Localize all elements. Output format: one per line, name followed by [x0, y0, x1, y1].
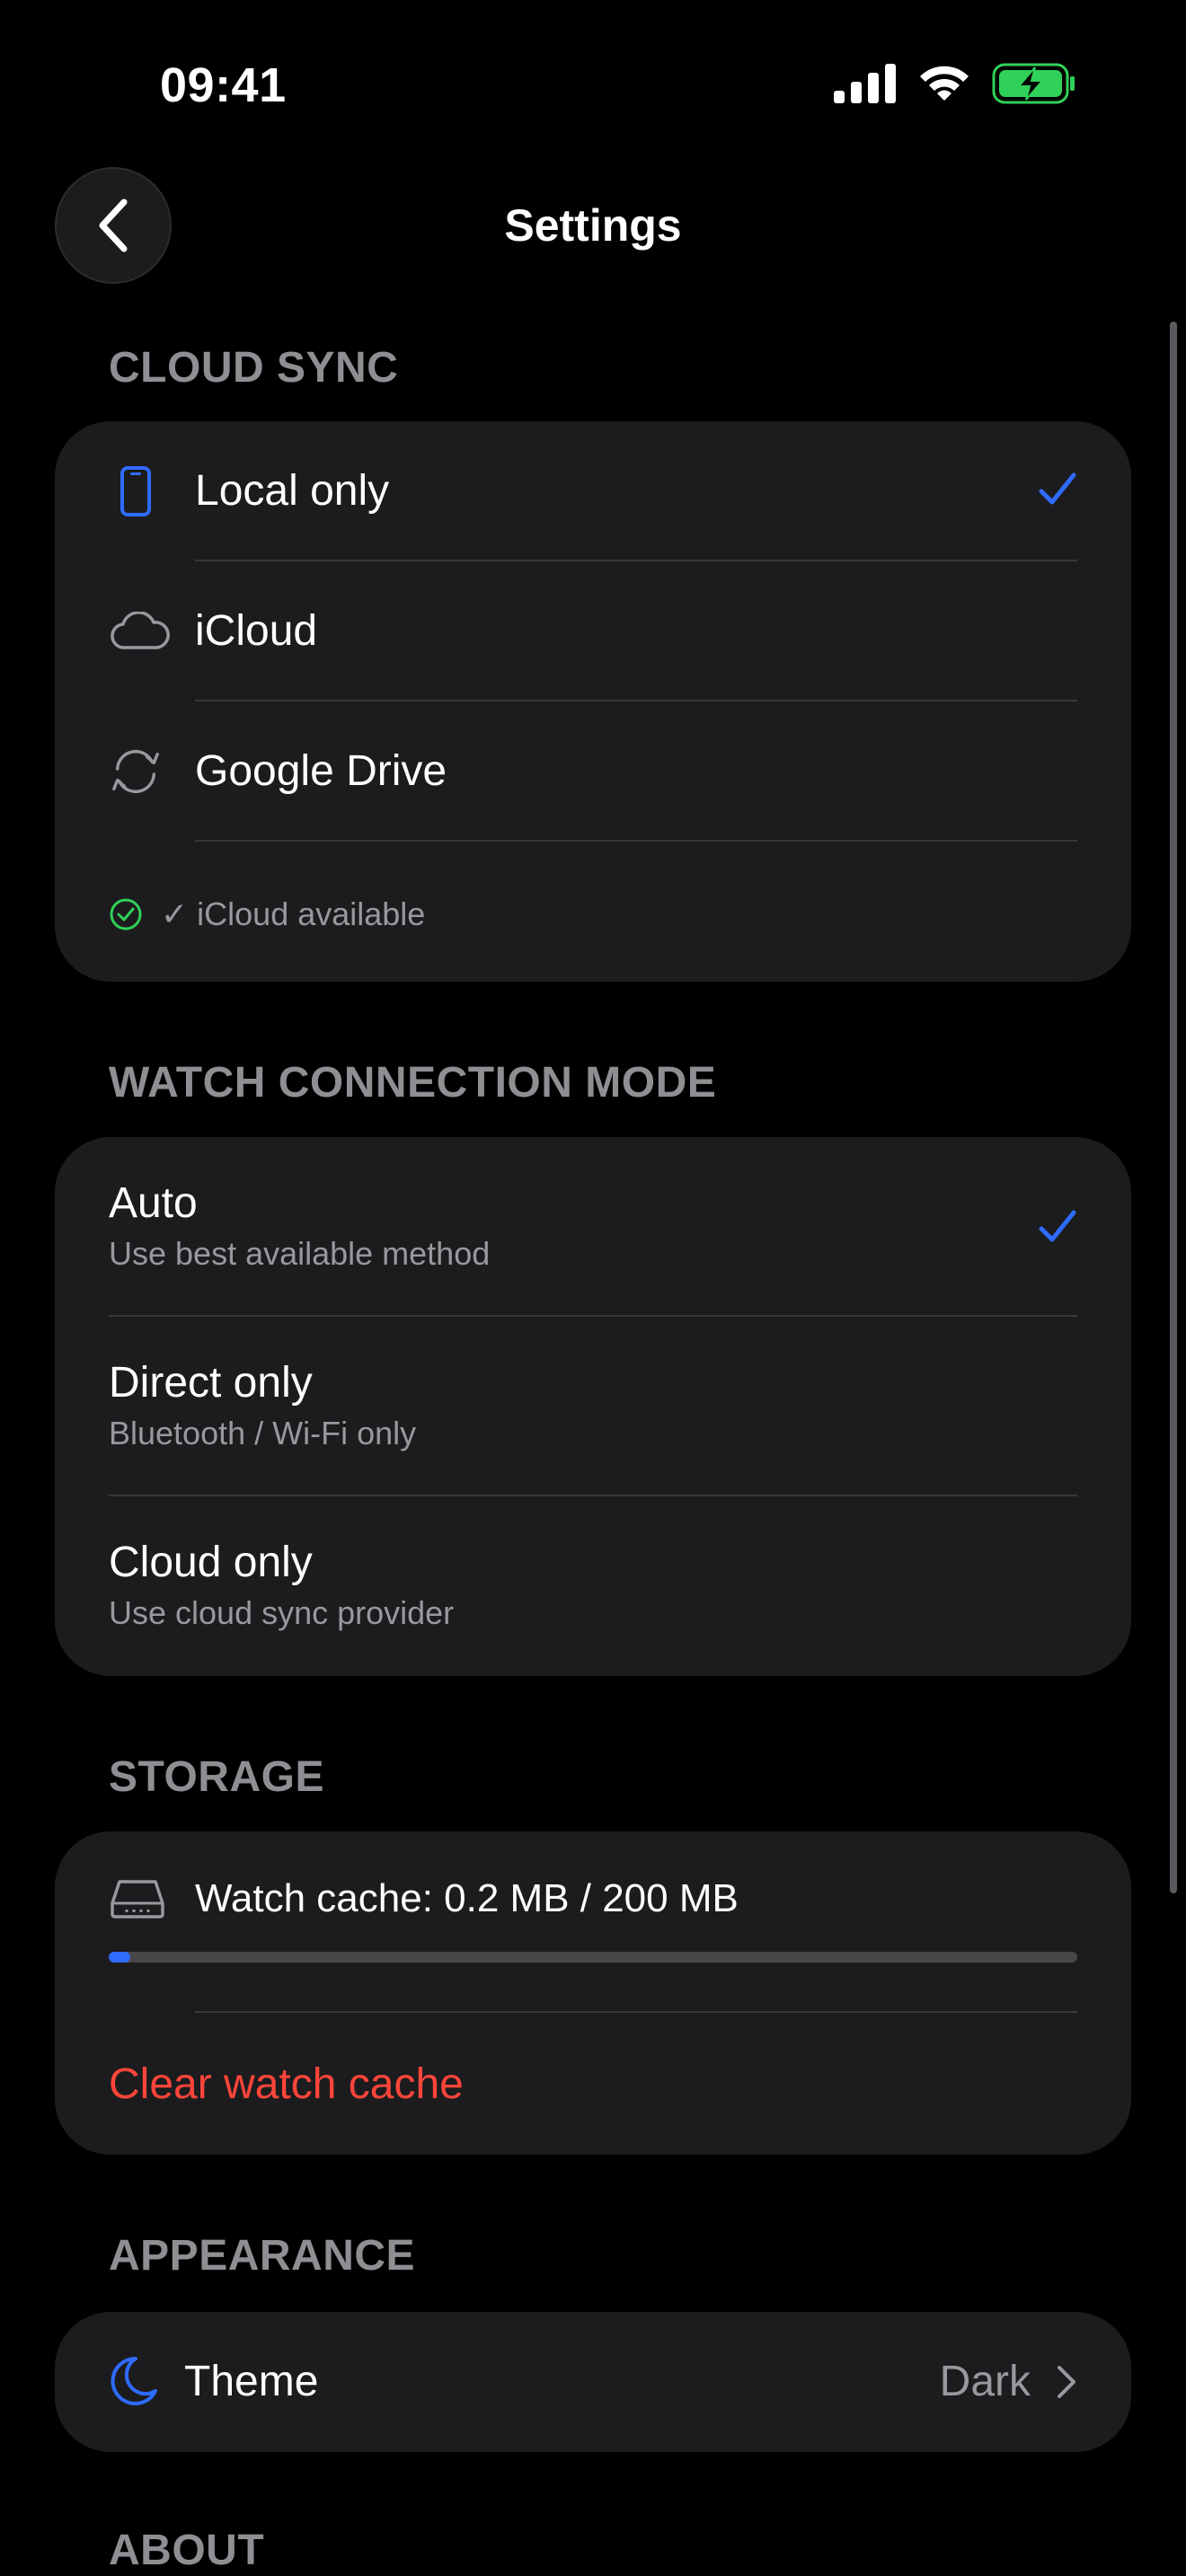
settings-screen: 09:41 Settings CLOUD SYNC Local only iCl… [0, 0, 1186, 2576]
cloud-option-label: iCloud [195, 607, 318, 655]
cloud-option-local[interactable]: Local only [55, 421, 1131, 561]
watch-mode-cloud[interactable]: Cloud only Use cloud sync provider [55, 1496, 1131, 1676]
watch-mode-subtitle: Use best available method [109, 1235, 491, 1272]
section-header-storage: STORAGE [109, 1753, 324, 1801]
status-icons [834, 63, 1076, 104]
cloud-icon [111, 612, 170, 649]
cloud-option-google-drive[interactable]: Google Drive [55, 701, 1131, 842]
watch-mode-subtitle: Bluetooth / Wi-Fi only [109, 1415, 417, 1451]
battery-charging-icon [992, 63, 1075, 104]
watch-mode-direct[interactable]: Direct only Bluetooth / Wi-Fi only [55, 1317, 1131, 1496]
drive-icon [111, 1880, 164, 1919]
theme-row[interactable]: Theme Dark [55, 2312, 1131, 2452]
watch-mode-auto[interactable]: Auto Use best available method [55, 1137, 1131, 1317]
section-header-appearance: APPEARANCE [109, 2232, 416, 2280]
section-header-watch-mode: WATCH CONNECTION MODE [109, 1059, 717, 1107]
moon-icon [111, 2356, 157, 2405]
watch-cache-label: Watch cache: 0.2 MB / 200 MB [195, 1876, 739, 1920]
phone-icon [120, 466, 151, 516]
status-time: 09:41 [160, 58, 287, 112]
storage-card: Watch cache: 0.2 MB / 200 MB Clear watch… [55, 1831, 1131, 2155]
clear-cache-label: Clear watch cache [109, 2060, 464, 2108]
watch-mode-subtitle: Use cloud sync provider [109, 1594, 455, 1631]
clear-cache-button[interactable]: Clear watch cache [55, 2013, 1131, 2155]
cellular-signal-icon [834, 64, 896, 103]
checkmark-icon [1039, 472, 1076, 505]
watch-mode-card: Auto Use best available method Direct on… [55, 1137, 1131, 1676]
cloud-option-icloud[interactable]: iCloud [55, 561, 1131, 701]
theme-value: Dark [939, 2358, 1031, 2405]
sync-icon [112, 750, 159, 793]
theme-label: Theme [184, 2358, 319, 2405]
wifi-icon [920, 66, 969, 101]
scroll-indicator[interactable] [1170, 322, 1177, 1893]
appearance-card: Theme Dark [55, 2312, 1131, 2452]
page-title: Settings [504, 200, 682, 251]
check-circle-icon [110, 898, 142, 931]
cloud-sync-card: Local only iCloud Google Drive ✓ iCloud … [55, 421, 1131, 982]
watch-mode-label: Cloud only [109, 1539, 313, 1586]
section-header-about: ABOUT [109, 2527, 265, 2574]
cache-progress-fill [109, 1952, 130, 1963]
watch-mode-label: Direct only [109, 1359, 313, 1407]
cache-progress-bar [109, 1952, 1077, 1963]
chevron-right-icon [1058, 2366, 1075, 2398]
watch-mode-label: Auto [109, 1179, 198, 1227]
cloud-status-text: ✓ iCloud available [161, 895, 426, 932]
watch-cache-row: Watch cache: 0.2 MB / 200 MB [55, 1831, 1131, 2011]
cloud-option-label: Local only [195, 467, 390, 515]
cloud-option-label: Google Drive [195, 747, 447, 795]
checkmark-icon [1039, 1210, 1076, 1242]
cloud-status-row: ✓ iCloud available [55, 842, 1131, 982]
section-header-cloud-sync: CLOUD SYNC [109, 344, 399, 392]
